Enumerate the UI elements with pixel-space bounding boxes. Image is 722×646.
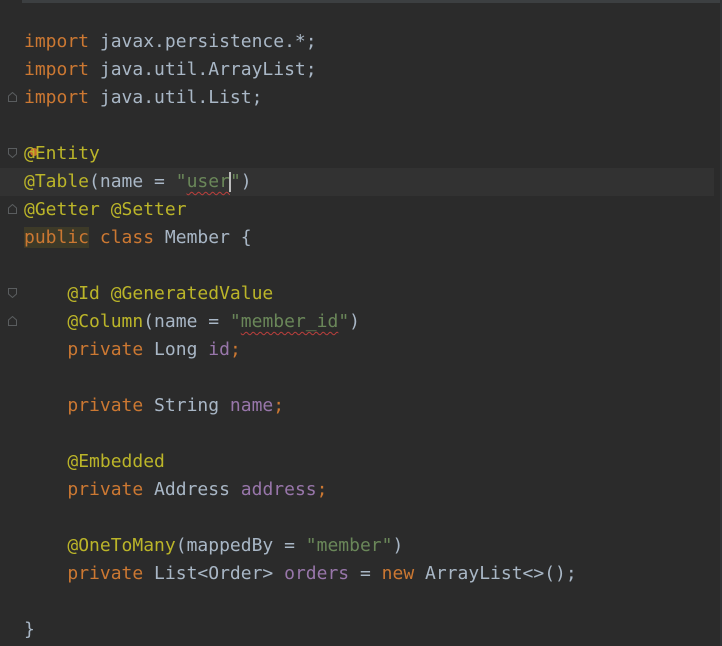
code-line-blank[interactable]: [24, 504, 714, 532]
import-path: java.util.ArrayList;: [89, 59, 317, 80]
import-path: javax.persistence.*;: [89, 31, 317, 52]
annotation: @Column: [67, 311, 144, 332]
type-name: List<Order>: [143, 563, 285, 584]
string-quote: ": [229, 311, 241, 332]
code-text: ): [392, 535, 404, 556]
fold-marker-icon[interactable]: [8, 204, 17, 214]
code-line[interactable]: }: [24, 616, 714, 644]
code-line[interactable]: import java.util.ArrayList;: [24, 56, 714, 84]
code-line-blank[interactable]: [24, 420, 714, 448]
string-literal: member_id: [240, 311, 339, 332]
string-quote: ": [229, 171, 241, 192]
string-quote: ": [338, 311, 350, 332]
annotation: @Getter @Setter: [24, 199, 187, 220]
type-name: Long: [143, 339, 209, 360]
code-text: ArrayList<>();: [414, 563, 577, 584]
field-name: id: [208, 339, 230, 360]
keyword: import: [24, 59, 90, 80]
keyword: private: [67, 395, 144, 416]
annotation: @Entity: [24, 143, 100, 164]
code-line-current[interactable]: @Table(name = "user"): [0, 168, 714, 196]
code-line-blank[interactable]: [24, 252, 714, 280]
string-literal: user: [186, 171, 230, 192]
annotation: @Embedded: [67, 451, 165, 472]
import-path: java.util.List;: [89, 87, 263, 108]
code-text: Member {: [154, 227, 252, 248]
code-text: (name =: [143, 311, 230, 332]
field-name: address: [240, 479, 317, 500]
code-line[interactable]: @OneToMany(mappedBy = "member"): [24, 532, 714, 560]
code-line-blank[interactable]: [24, 364, 714, 392]
code-line[interactable]: private Address address;: [24, 476, 714, 504]
code-line[interactable]: import javax.persistence.*;: [24, 28, 714, 56]
code-text: (name =: [89, 171, 176, 192]
field-name: name: [229, 395, 274, 416]
semicolon: ;: [229, 339, 241, 360]
code-line[interactable]: private List<Order> orders = new ArrayLi…: [24, 560, 714, 588]
code-line[interactable]: @Entity: [24, 140, 714, 168]
annotation: @Table: [24, 171, 90, 192]
code-editor[interactable]: import javax.persistence.*; import java.…: [0, 0, 722, 646]
code-text: ): [240, 171, 252, 192]
annotation: @OneToMany: [67, 535, 176, 556]
keyword: class: [89, 227, 155, 248]
code-area[interactable]: import javax.persistence.*; import java.…: [0, 28, 714, 644]
type-name: String: [143, 395, 230, 416]
keyword: import: [24, 31, 90, 52]
semicolon: ;: [273, 395, 285, 416]
code-line[interactable]: @Id @GeneratedValue: [24, 280, 714, 308]
code-line[interactable]: public class Member {: [24, 224, 714, 252]
code-text: =: [349, 563, 382, 584]
code-line[interactable]: @Column(name = "member_id"): [24, 308, 714, 336]
field-name: orders: [284, 563, 350, 584]
code-text: ): [349, 311, 360, 332]
annotation: @Id @GeneratedValue: [67, 283, 274, 304]
code-line[interactable]: @Getter @Setter: [24, 196, 714, 224]
code-line[interactable]: @Embedded: [24, 448, 714, 476]
keyword: private: [67, 563, 144, 584]
code-line[interactable]: import java.util.List;: [24, 84, 714, 112]
string-literal: "member": [305, 535, 393, 556]
fold-marker-icon[interactable]: [8, 92, 17, 102]
keyword-highlighted: public: [24, 227, 90, 248]
editor-top-border: [0, 0, 722, 3]
keyword: import: [24, 87, 90, 108]
semicolon: ;: [316, 479, 328, 500]
string-quote: ": [175, 171, 187, 192]
code-line[interactable]: private Long id;: [24, 336, 714, 364]
code-text: (mappedBy =: [175, 535, 306, 556]
type-name: Address: [143, 479, 241, 500]
closing-brace: }: [24, 619, 35, 640]
fold-marker-icon[interactable]: [8, 148, 17, 158]
keyword: private: [67, 339, 144, 360]
fold-marker-icon[interactable]: [8, 288, 17, 298]
keyword: private: [67, 479, 144, 500]
keyword: new: [381, 563, 415, 584]
code-line-blank[interactable]: [24, 112, 714, 140]
code-line-blank[interactable]: [24, 588, 714, 616]
code-line[interactable]: private String name;: [24, 392, 714, 420]
editor-gutter: [0, 0, 22, 646]
fold-marker-icon[interactable]: [8, 316, 17, 326]
